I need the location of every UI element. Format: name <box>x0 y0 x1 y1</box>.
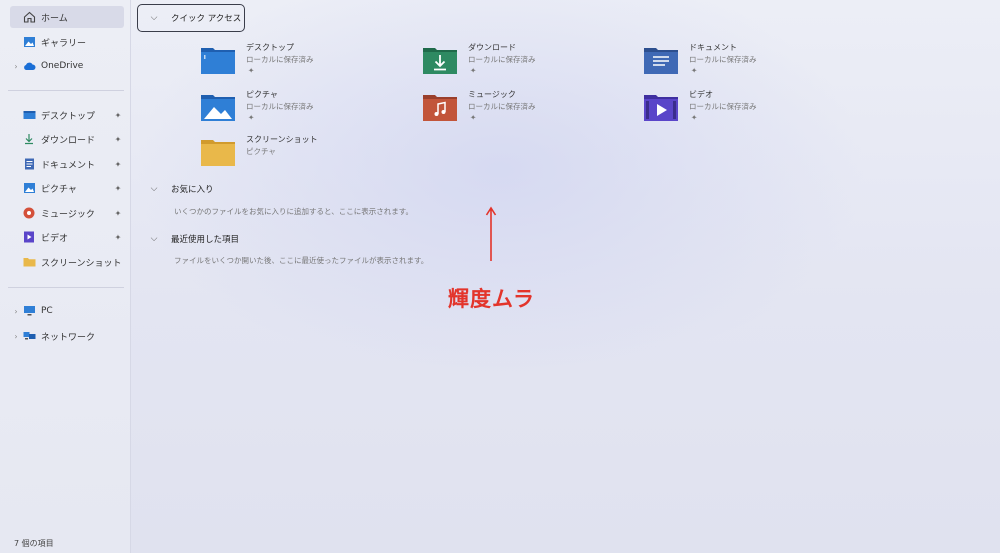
tile-subtitle: ローカルに保存済み <box>468 102 536 111</box>
folder-icon <box>22 256 36 268</box>
sidebar-item-label: デスクトップ <box>41 111 96 122</box>
network-icon <box>22 330 36 342</box>
quick-access-header[interactable]: ⌵ クイック アクセス <box>147 12 242 24</box>
home-icon <box>22 11 36 23</box>
tile-name: ビデオ <box>689 90 713 99</box>
tile-subtitle: ピクチャ <box>246 147 276 156</box>
sidebar-divider <box>8 287 124 288</box>
sidebar-item-label: ドキュメント <box>41 160 96 171</box>
navigation-pane: ホーム ギャラリー › OneDrive デスクトップ ✦ ダウンロード ✦ ド… <box>0 0 131 553</box>
screen-background <box>0 0 1000 553</box>
sidebar-item-label: スクリーンショット <box>41 258 122 269</box>
tile-subtitle: ローカルに保存済み <box>689 55 757 64</box>
tile-subtitle: ローカルに保存済み <box>246 55 314 64</box>
sidebar-item-label: OneDrive <box>41 61 84 71</box>
quick-access-tile-documents[interactable]: ドキュメント ローカルに保存済み ✦ <box>644 42 854 82</box>
chevron-down-icon[interactable]: ⌵ <box>147 13 161 23</box>
pin-icon: ✦ <box>114 110 122 120</box>
chevron-right-icon[interactable]: › <box>10 307 22 316</box>
tile-name: スクリーンショット <box>246 135 318 144</box>
tile-name: ピクチャ <box>246 90 278 99</box>
sidebar-item-label: PC <box>41 306 53 316</box>
sidebar-item-documents[interactable]: ドキュメント ✦ <box>10 153 124 175</box>
screenshot-folder-icon <box>201 140 235 166</box>
sidebar-item-label: ネットワーク <box>41 332 96 343</box>
sidebar-divider <box>8 90 124 91</box>
sidebar-item-pc[interactable]: › PC <box>10 300 124 322</box>
sidebar-item-home[interactable]: ホーム <box>10 6 124 28</box>
tile-subtitle: ローカルに保存済み <box>246 102 314 111</box>
document-icon <box>22 158 36 170</box>
annotation-label: 輝度ムラ <box>448 287 535 311</box>
chevron-right-icon[interactable]: › <box>10 332 22 341</box>
chevron-right-icon[interactable]: › <box>10 62 22 71</box>
gallery-icon <box>22 36 36 48</box>
sidebar-item-downloads[interactable]: ダウンロード ✦ <box>10 128 124 150</box>
recent-header[interactable]: ⌵ 最近使用した項目 <box>147 233 239 245</box>
sidebar-item-label: ホーム <box>41 13 68 24</box>
favorites-header[interactable]: ⌵ お気に入り <box>147 183 214 195</box>
sidebar-item-label: ギャラリー <box>41 38 87 49</box>
pc-icon <box>22 305 36 317</box>
section-title: クイック アクセス <box>171 14 242 24</box>
sidebar-item-pictures[interactable]: ピクチャ ✦ <box>10 177 124 199</box>
tile-subtitle: ローカルに保存済み <box>689 102 757 111</box>
tile-name: ダウンロード <box>468 43 516 52</box>
sidebar-item-videos[interactable]: ビデオ ✦ <box>10 226 124 248</box>
video-folder-icon <box>644 95 678 121</box>
desktop-folder-icon <box>201 48 235 74</box>
tile-name: ミュージック <box>468 90 516 99</box>
desktop-icon <box>22 109 36 121</box>
pin-icon: ✦ <box>114 159 122 169</box>
pin-icon: ✦ <box>248 113 255 122</box>
pin-icon: ✦ <box>470 66 477 75</box>
sidebar-item-label: ミュージック <box>41 209 95 220</box>
quick-access-tile-videos[interactable]: ビデオ ローカルに保存済み ✦ <box>644 89 854 129</box>
pin-icon: ✦ <box>114 208 122 218</box>
download-folder-icon <box>423 48 457 74</box>
quick-access-tile-pictures[interactable]: ピクチャ ローカルに保存済み ✦ <box>201 89 411 129</box>
music-folder-icon <box>423 95 457 121</box>
section-title: お気に入り <box>171 185 214 195</box>
tile-name: デスクトップ <box>246 43 294 52</box>
pin-icon: ✦ <box>248 66 255 75</box>
sidebar-item-gallery[interactable]: ギャラリー <box>10 31 124 53</box>
video-icon <box>22 231 36 243</box>
sidebar-item-label: ダウンロード <box>41 135 96 146</box>
chevron-down-icon[interactable]: ⌵ <box>147 234 161 244</box>
chevron-down-icon[interactable]: ⌵ <box>147 184 161 194</box>
section-title: 最近使用した項目 <box>171 235 240 245</box>
music-icon <box>22 207 36 219</box>
sidebar-item-network[interactable]: › ネットワーク <box>10 325 124 347</box>
pin-icon: ✦ <box>470 113 477 122</box>
picture-folder-icon <box>201 95 235 121</box>
download-icon <box>22 133 36 145</box>
pin-icon: ✦ <box>691 113 698 122</box>
sidebar-item-onedrive[interactable]: › OneDrive <box>10 55 124 77</box>
annotation-arrow-icon <box>485 206 497 261</box>
cloud-icon <box>22 60 36 72</box>
tile-name: ドキュメント <box>689 43 737 52</box>
pin-icon: ✦ <box>114 134 122 144</box>
quick-access-tile-downloads[interactable]: ダウンロード ローカルに保存済み ✦ <box>423 42 633 82</box>
pin-icon: ✦ <box>114 183 122 193</box>
document-folder-icon <box>644 48 678 74</box>
sidebar-item-label: ビデオ <box>41 233 69 244</box>
quick-access-tile-screenshots[interactable]: スクリーンショット ピクチャ <box>201 134 411 174</box>
sidebar-item-screenshots[interactable]: スクリーンショット <box>10 251 124 273</box>
quick-access-tile-desktop[interactable]: デスクトップ ローカルに保存済み ✦ <box>201 42 411 82</box>
tile-subtitle: ローカルに保存済み <box>468 55 536 64</box>
sidebar-item-music[interactable]: ミュージック ✦ <box>10 202 124 224</box>
status-bar-count: 7 個の項目 <box>14 539 54 548</box>
sidebar-item-desktop[interactable]: デスクトップ ✦ <box>10 104 124 126</box>
sidebar-item-label: ピクチャ <box>41 184 77 195</box>
pin-icon: ✦ <box>114 232 122 242</box>
quick-access-tile-music[interactable]: ミュージック ローカルに保存済み ✦ <box>423 89 633 129</box>
pin-icon: ✦ <box>691 66 698 75</box>
favorites-empty-hint: いくつかのファイルをお気に入りに追加すると、ここに表示されます。 <box>174 207 413 216</box>
picture-icon <box>22 182 36 194</box>
recent-empty-hint: ファイルをいくつか開いた後、ここに最近使ったファイルが表示されます。 <box>174 256 429 265</box>
